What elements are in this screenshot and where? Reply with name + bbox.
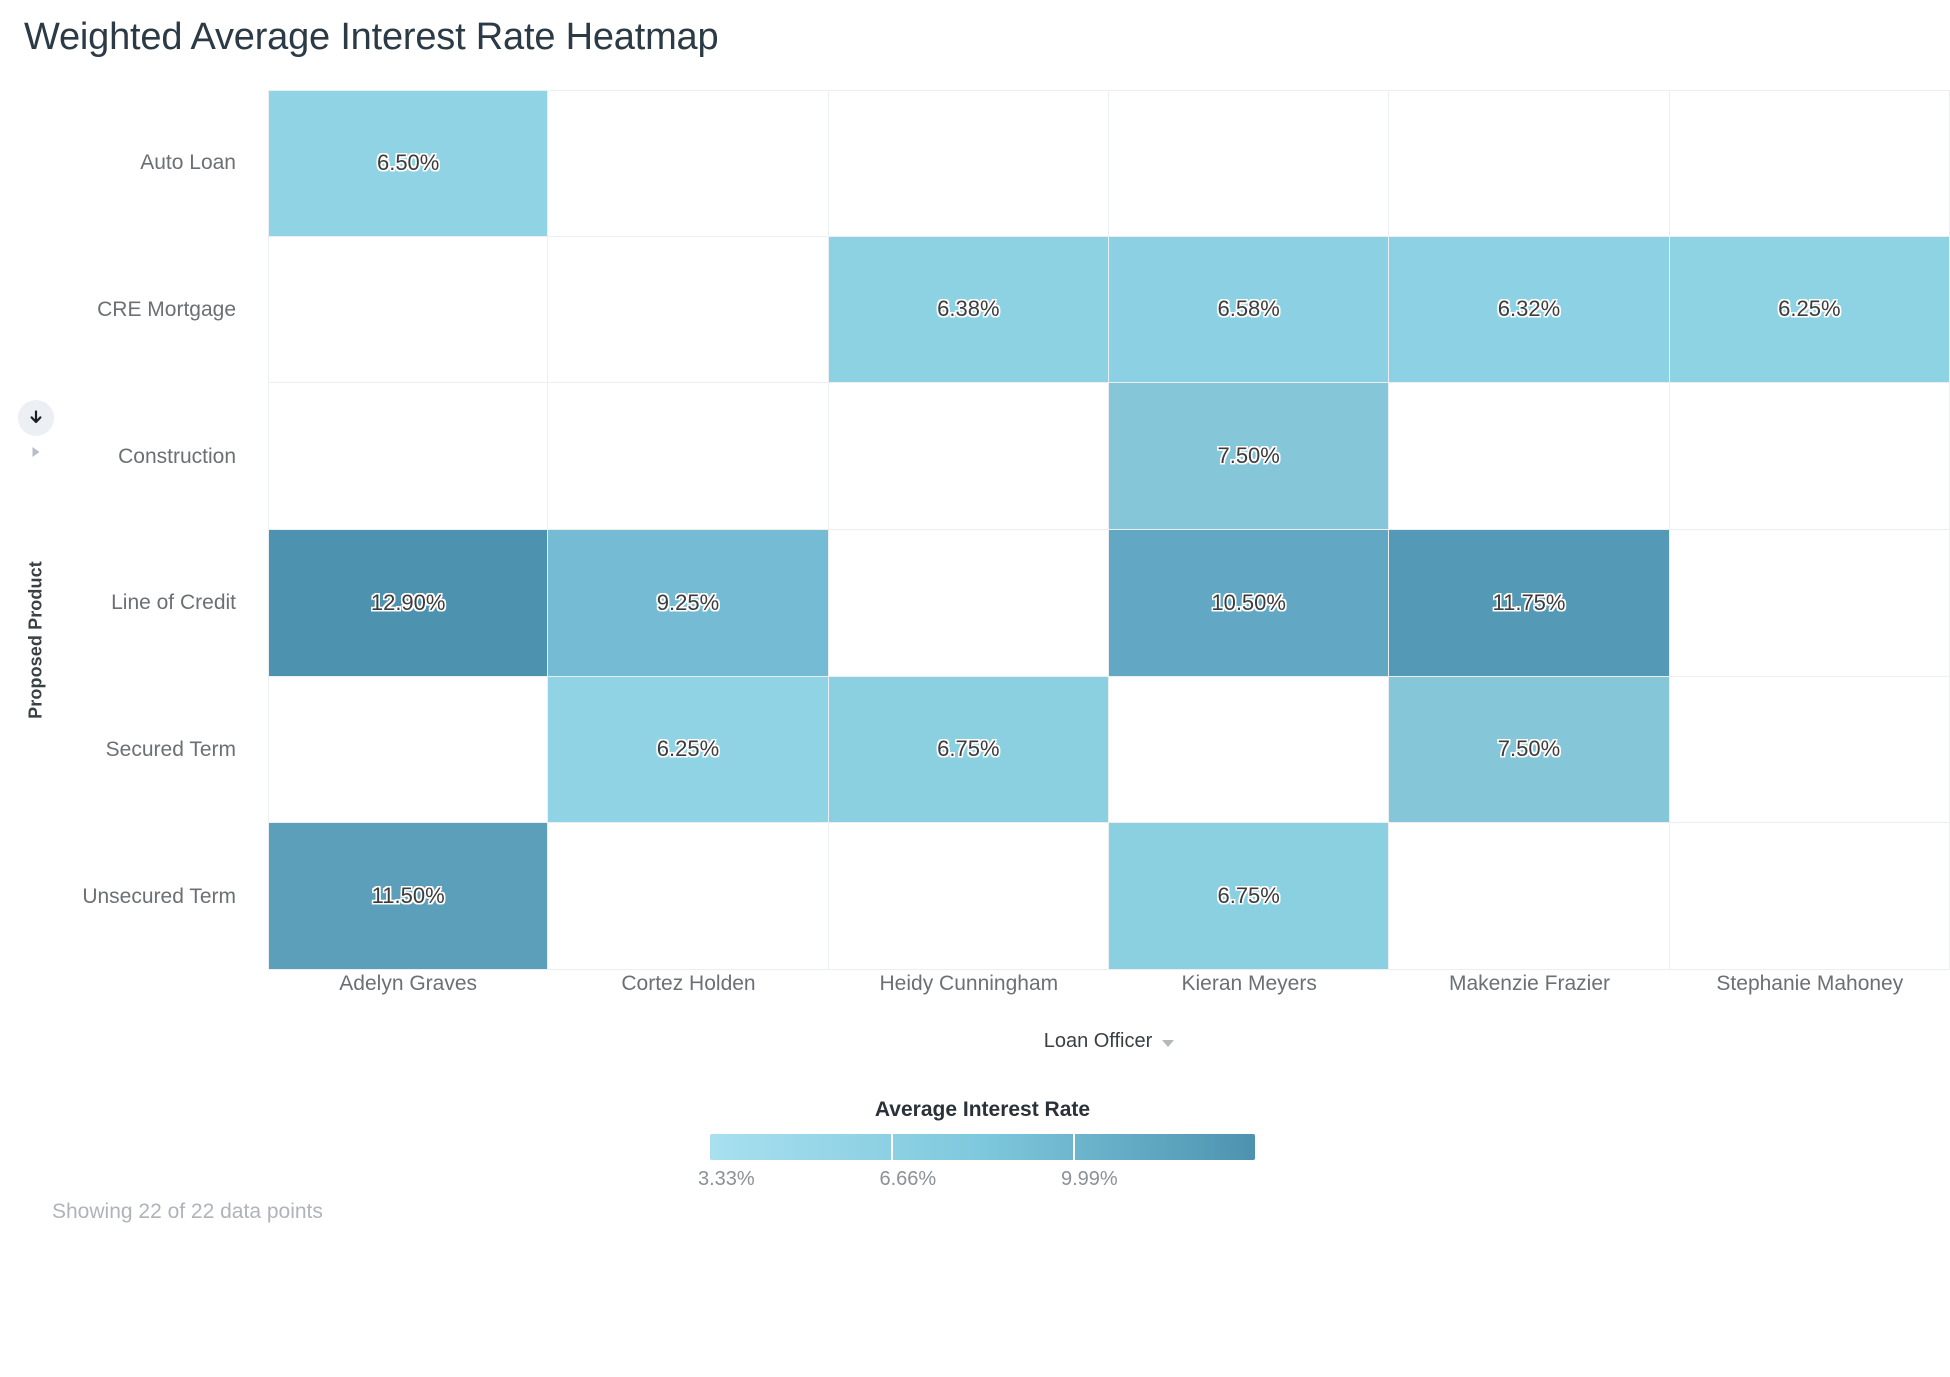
legend-title: Average Interest Rate [874,1098,1091,1121]
heatmap-cell-construction-heidy-cunningham [828,383,1109,530]
heatmap-cell-value: 6.25% [656,736,720,762]
legend-tick-label: 3.33% [697,1168,755,1190]
heatmap-cell-unsecured-term-adelyn-graves[interactable]: 11.50% [268,823,549,970]
heatmap-cell-value: 9.25% [656,589,720,615]
legend-tick-label: 6.66% [879,1168,937,1190]
heatmap-cell-auto-loan-makenzie-frazier [1389,90,1670,237]
x-axis-tick-makenzie-frazier[interactable]: Makenzie Frazier [1389,972,1669,996]
heatmap-cell-line-of-credit-kieran-meyers[interactable]: 10.50% [1109,530,1390,677]
heatmap-cell-line-of-credit-stephanie-mahoney [1669,530,1950,677]
heatmap-cell-value: 6.38% [937,296,1000,322]
heatmap-cell-unsecured-term-heidy-cunningham [828,823,1109,970]
x-axis-tick-kieran-meyers[interactable]: Kieran Meyers [1109,972,1389,996]
heatmap-cell-auto-loan-stephanie-mahoney [1669,90,1950,237]
heatmap-cell-line-of-credit-adelyn-graves[interactable]: 12.90% [268,530,549,677]
legend-bar-wrap[interactable] [710,1134,1255,1160]
heatmap-cell-secured-term-adelyn-graves [268,676,549,824]
legend-tick-label: 9.99% [1060,1168,1118,1190]
caret-down-icon[interactable] [1162,1040,1175,1047]
heatmap-grid: 6.50% 6.38% 6.58% 6.32% 6.25% 7.50% 12.90% 9.25… [268,90,1950,970]
page-title: Weighted Average Interest Rate Heatmap [24,16,719,58]
heatmap-cell-secured-term-heidy-cunningham[interactable]: 6.75% [828,676,1109,824]
legend-gradient-bar[interactable] [710,1134,1255,1160]
heatmap-cell-value: 11.75% [1492,589,1566,615]
heatmap-cell-construction-makenzie-frazier [1389,383,1670,530]
y-axis-tick-unsecured-term[interactable]: Unsecured Term [0,823,252,970]
x-axis-tick-adelyn-graves[interactable]: Adelyn Graves [268,972,548,996]
heatmap-cell-cre-mortgage-makenzie-frazier[interactable]: 6.32% [1389,236,1670,384]
heatmap-cell-value: 10.50% [1211,589,1286,615]
x-axis-tick-cortez-holden[interactable]: Cortez Holden [548,972,828,996]
heatmap-cell-construction-cortez-holden [548,383,829,530]
heatmap-cell-auto-loan-kieran-meyers [1109,90,1390,237]
heatmap-cell-auto-loan-cortez-holden [548,90,829,237]
heatmap-cell-value: 6.50% [376,150,440,176]
y-axis-tick-cre-mortgage[interactable]: CRE Mortgage [0,237,252,384]
heatmap-cell-cre-mortgage-cortez-holden [548,236,829,384]
heatmap-cell-value: 11.50% [371,883,445,909]
heatmap-cell-line-of-credit-heidy-cunningham [828,530,1109,677]
heatmap-cell-value: 6.25% [1778,296,1841,322]
heatmap-cell-unsecured-term-kieran-meyers[interactable]: 6.75% [1109,823,1390,970]
y-axis-tick-line-of-credit[interactable]: Line of Credit [0,530,252,677]
heatmap-cell-line-of-credit-cortez-holden[interactable]: 9.25% [548,530,829,677]
heatmap-plot-area: 6.50% 6.38% 6.58% 6.32% 6.25% 7.50% 12.90% 9.25… [268,90,1950,970]
x-axis-labels: Adelyn Graves Cortez Holden Heidy Cunnin… [268,972,1950,996]
heatmap-cell-cre-mortgage-kieran-meyers[interactable]: 6.58% [1109,236,1390,384]
x-axis-title-group[interactable]: Loan Officer [268,1030,1950,1053]
heatmap-cell-construction-kieran-meyers[interactable]: 7.50% [1109,383,1390,530]
legend-tick-divider [1072,1134,1075,1160]
x-axis-tick-heidy-cunningham[interactable]: Heidy Cunningham [829,972,1109,996]
legend-tick-labels: 3.33% 6.66% 9.99% [698,1168,1255,1202]
heatmap-cell-value: 6.75% [1217,883,1280,909]
heatmap-cell-value: 12.90% [370,589,446,615]
heatmap-cell-secured-term-makenzie-frazier[interactable]: 7.50% [1389,676,1670,824]
y-axis-tick-construction[interactable]: Construction [0,383,252,530]
heatmap-cell-value: 6.32% [1497,296,1561,322]
heatmap-cell-construction-stephanie-mahoney [1669,383,1950,530]
data-points-note: Showing 22 of 22 data points [52,1200,323,1223]
y-axis-labels: Auto Loan CRE Mortgage Construction Line… [0,90,252,970]
heatmap-cell-value: 7.50% [1217,443,1280,469]
heatmap-cell-cre-mortgage-stephanie-mahoney[interactable]: 6.25% [1669,236,1950,384]
heatmap-cell-value: 6.58% [1217,296,1280,322]
y-axis-tick-secured-term[interactable]: Secured Term [0,677,252,824]
heatmap-cell-value: 6.75% [937,736,1000,762]
legend-tick-divider [891,1134,894,1160]
heatmap-cell-cre-mortgage-adelyn-graves [268,236,549,384]
heatmap-cell-secured-term-kieran-meyers [1109,676,1390,824]
heatmap-cell-cre-mortgage-heidy-cunningham[interactable]: 6.38% [828,236,1109,384]
heatmap-cell-unsecured-term-makenzie-frazier [1389,823,1670,970]
heatmap-cell-auto-loan-heidy-cunningham [828,90,1109,237]
heatmap-cell-construction-adelyn-graves [268,383,549,530]
heatmap-cell-auto-loan-adelyn-graves[interactable]: 6.50% [268,90,549,237]
x-axis-tick-stephanie-mahoney[interactable]: Stephanie Mahoney [1670,972,1950,996]
heatmap-cell-line-of-credit-makenzie-frazier[interactable]: 11.75% [1389,530,1670,677]
heatmap-chart-panel: Weighted Average Interest Rate Heatmap P… [0,0,1950,1377]
heatmap-cell-unsecured-term-cortez-holden [548,823,829,970]
heatmap-cell-unsecured-term-stephanie-mahoney [1669,823,1950,970]
color-legend: Average Interest Rate 3.33% 6.66% 9.99% [698,1098,1255,1202]
heatmap-cell-secured-term-cortez-holden[interactable]: 6.25% [548,676,829,824]
heatmap-cell-secured-term-stephanie-mahoney [1669,676,1950,824]
x-axis-title: Loan Officer [1043,1030,1153,1052]
y-axis-tick-auto-loan[interactable]: Auto Loan [0,90,252,237]
heatmap-cell-value: 7.50% [1497,736,1561,762]
